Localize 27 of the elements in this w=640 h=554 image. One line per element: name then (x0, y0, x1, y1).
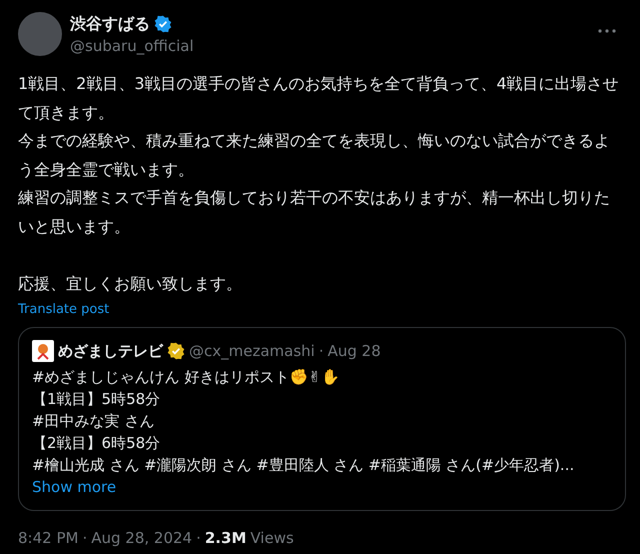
quoted-author-name[interactable]: めざましテレビ (58, 342, 163, 360)
quoted-post-text: #檜山光成 さん #瀧陽次朗 さん #豊田陸人 さん #稲葉通陽 さん(#少年忍者)... (32, 455, 576, 476)
quoted-post-text: 【1戦目】5時58分 (32, 389, 162, 410)
quoted-post-date[interactable]: Aug 28 (328, 342, 381, 360)
quoted-post-card[interactable]: めざましテレビ @cx_mezamashi · Aug 28 #めざましじゃんけん 好きはリポスト✊✌✋ 【1戦目】5時58分 #田中みな実 さん 【2戦目】6時58分 #檜山光成 さん #瀧陽次朗 さん #豊田陸人 さん #稲葉通陽 さん(#少年忍者)... Show more (18, 327, 626, 511)
avatar[interactable] (18, 12, 62, 56)
post-time[interactable]: 8:42 PM (18, 529, 78, 547)
author-name[interactable]: 渋谷すばる (70, 14, 150, 34)
channel-logo-icon (32, 340, 54, 362)
post-date[interactable]: Aug 28, 2024 (91, 529, 192, 547)
views-count: 2.3M (204, 529, 246, 547)
post-text: 練習の調整ミスで手首を負傷しており若干の不安はありますが、精一杯出し切りたいと思います。 (18, 187, 611, 238)
show-more-link[interactable]: Show more (32, 476, 116, 498)
separator-dot: · (196, 529, 201, 547)
separator-dot: · (82, 529, 88, 547)
quoted-post-text: 【2戦目】6時58分 (32, 433, 162, 454)
separator-dot: · (318, 342, 324, 360)
post-text: 今までの経験や、積み重ねて来た練習の全てを表現し、悔いのない試合ができるよう全身全霊で戦います。 (18, 130, 611, 180)
translate-link[interactable]: Translate post (18, 302, 110, 317)
post-text: 1戦目、2戦目、3戦目の選手の皆さんのお気持ちを全て背負って、4戦目に出場させて頂きます。 (18, 73, 620, 124)
views-label: Views (250, 529, 294, 547)
author-handle[interactable]: @subaru_official (70, 36, 194, 54)
quoted-author-handle[interactable]: @cx_mezamashi (189, 342, 315, 360)
quoted-post-text: #田中みな実 さん (32, 411, 156, 432)
quoted-post-text: #めざましじゃんけん 好きはリポスト✊✌✋ (32, 367, 341, 388)
post-text: 応援、宜しくお願い致します。 (18, 272, 243, 294)
more-options-icon[interactable] (598, 29, 616, 33)
